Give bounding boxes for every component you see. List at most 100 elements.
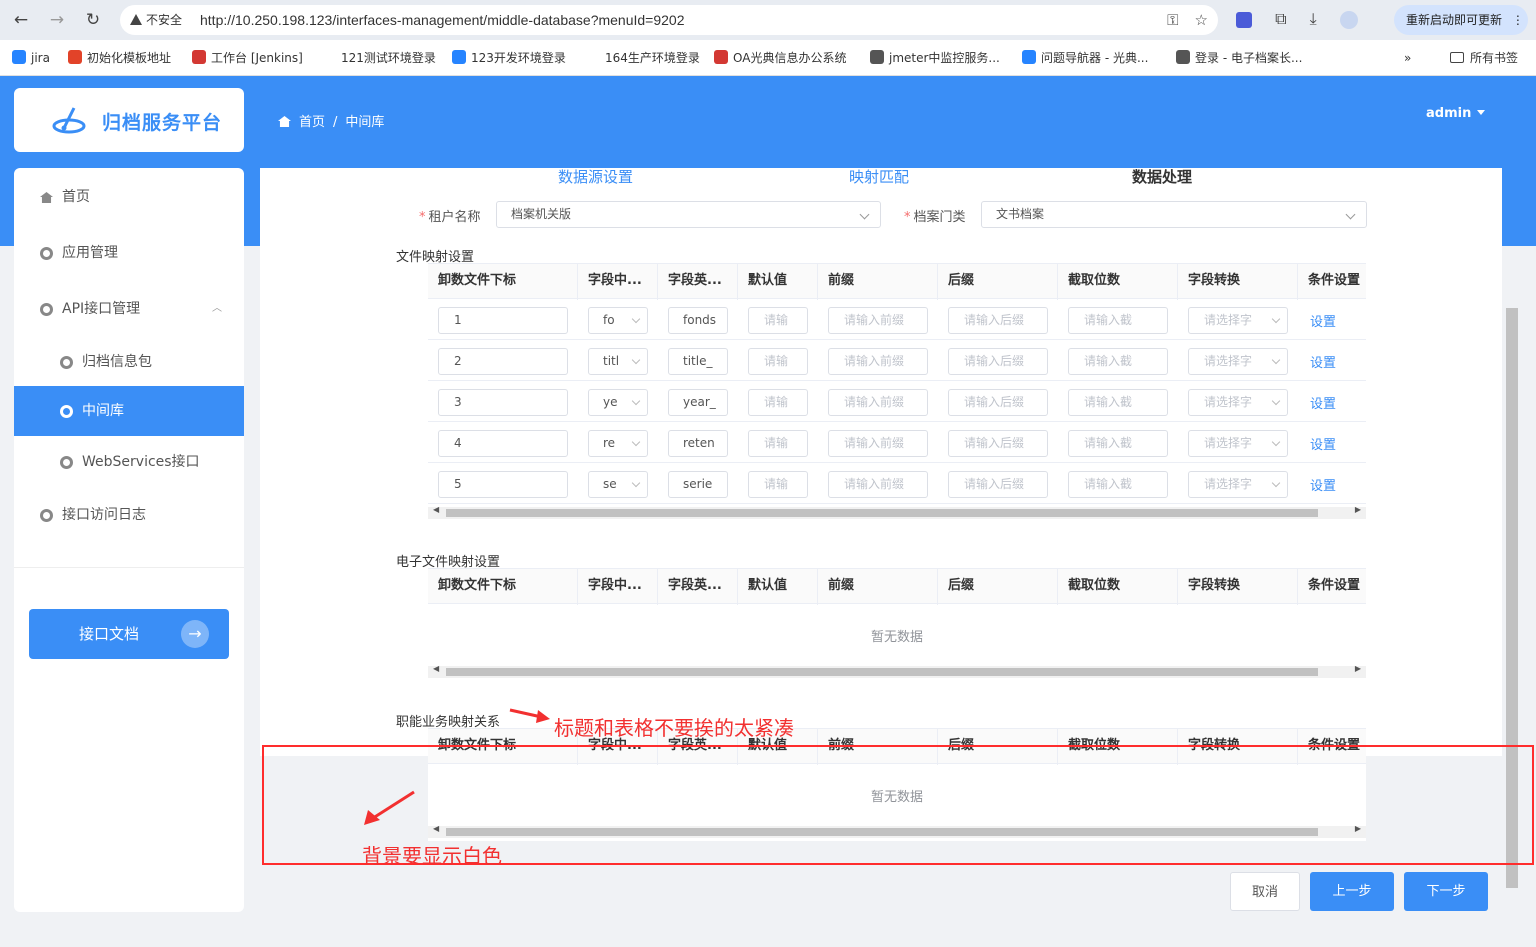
suffix-input[interactable]: 请输入后缀 (948, 389, 1048, 416)
back-icon[interactable]: ← (10, 9, 32, 31)
index-input[interactable]: 2 (438, 348, 568, 375)
field-cn-select[interactable]: se (588, 471, 648, 498)
puzzle-icon[interactable]: ⧉ (1275, 9, 1286, 28)
prefix-input[interactable]: 请输入前缀 (828, 471, 928, 498)
field-cn-select[interactable]: re (588, 430, 648, 457)
sidebar-item-api-management[interactable]: API接口管理 ︿ (14, 284, 244, 334)
cut-digits-input[interactable]: 请输入截 (1068, 430, 1168, 457)
bookmark-item[interactable]: 登录 - 电子档案长... (1176, 50, 1302, 66)
horizontal-scrollbar[interactable]: ◀ ▶ (428, 664, 1366, 678)
horizontal-scrollbar[interactable]: ◀ ▶ (428, 505, 1366, 519)
breadcrumb-home[interactable]: 首页 (299, 115, 325, 130)
cut-digits-input[interactable]: 请输入截 (1068, 348, 1168, 375)
index-input[interactable]: 3 (438, 389, 568, 416)
category-select[interactable]: 文书档案 (981, 201, 1367, 228)
extension-icon[interactable] (1236, 11, 1252, 28)
field-cn-select[interactable]: titl (588, 348, 648, 375)
index-input[interactable]: 5 (438, 471, 568, 498)
sidebar-item-access-log[interactable]: 接口访问日志 (14, 490, 244, 540)
field-convert-select[interactable]: 请选择字 (1188, 348, 1288, 375)
bookmark-item[interactable]: 123开发环境登录 (452, 50, 566, 66)
prefix-input[interactable]: 请输入前缀 (828, 348, 928, 375)
scrollbar-thumb[interactable] (446, 509, 1318, 517)
scroll-left-icon[interactable]: ◀ (433, 505, 439, 514)
default-value-input[interactable]: 请输 (748, 471, 808, 498)
scrollbar-thumb[interactable] (446, 668, 1318, 676)
bookmark-item[interactable]: OA光典信息办公系统 (714, 50, 846, 66)
index-input[interactable]: 1 (438, 307, 568, 334)
download-icon[interactable]: ⤓ (1310, 9, 1317, 28)
cut-digits-input[interactable]: 请输入截 (1068, 471, 1168, 498)
prefix-input[interactable]: 请输入前缀 (828, 307, 928, 334)
sidebar-item-middle-database[interactable]: 中间库 (14, 386, 244, 436)
sidebar-item-webservices[interactable]: WebServices接口 (14, 437, 244, 487)
default-value-input[interactable]: 请输 (748, 348, 808, 375)
tenant-select[interactable]: 档案机关版 (496, 201, 881, 228)
prev-step-button[interactable]: 上一步 (1310, 872, 1394, 911)
field-en-input[interactable]: year_ (668, 389, 728, 416)
field-convert-select[interactable]: 请选择字 (1188, 430, 1288, 457)
field-en-input[interactable]: title_ (668, 348, 728, 375)
gear-icon (60, 456, 73, 469)
field-cn-select[interactable]: fo (588, 307, 648, 334)
condition-set-link[interactable]: 设置 (1310, 393, 1336, 412)
index-input[interactable]: 4 (438, 430, 568, 457)
default-value-input[interactable]: 请输 (748, 307, 808, 334)
forward-icon[interactable]: → (46, 9, 68, 31)
suffix-input[interactable]: 请输入后缀 (948, 307, 1048, 334)
condition-set-link[interactable]: 设置 (1310, 352, 1336, 371)
cut-digits-input[interactable]: 请输入截 (1068, 389, 1168, 416)
step-mapping[interactable]: 映射匹配 (849, 166, 909, 187)
prefix-input[interactable]: 请输入前缀 (828, 430, 928, 457)
suffix-input[interactable]: 请输入后缀 (948, 430, 1048, 457)
field-en-input[interactable]: serie (668, 471, 728, 498)
condition-set-link[interactable]: 设置 (1310, 434, 1336, 453)
condition-set-link[interactable]: 设置 (1310, 475, 1336, 494)
cut-digits-input[interactable]: 请输入截 (1068, 307, 1168, 334)
sidebar-item-home[interactable]: 首页 (14, 172, 244, 222)
prefix-input[interactable]: 请输入前缀 (828, 389, 928, 416)
table-header: 卸数文件下标 字段中... 字段英... 默认值 前缀 后缀 截取位数 字段转换… (428, 568, 1366, 605)
bookmark-item[interactable]: 工作台 [Jenkins] (192, 50, 303, 66)
user-menu[interactable]: admin (1426, 106, 1486, 121)
api-docs-button[interactable]: 接口文档 → (29, 609, 229, 659)
default-value-input[interactable]: 请输 (748, 389, 808, 416)
more-vert-icon[interactable]: ⋮ (1512, 13, 1524, 27)
bookmark-item[interactable]: 121测试环境登录 (322, 50, 436, 66)
field-convert-select[interactable]: 请选择字 (1188, 389, 1288, 416)
default-value-input[interactable]: 请输 (748, 430, 808, 457)
next-step-button[interactable]: 下一步 (1404, 872, 1488, 911)
key-icon[interactable]: ⚿ (1167, 11, 1178, 29)
url-text[interactable]: http://10.250.198.123/interfaces-managem… (200, 11, 685, 29)
sidebar-item-archive-package[interactable]: 归档信息包 (14, 337, 244, 387)
star-icon[interactable]: ☆ (1195, 11, 1208, 29)
cancel-button[interactable]: 取消 (1230, 872, 1300, 911)
field-cn-select[interactable]: ye (588, 389, 648, 416)
suffix-input[interactable]: 请输入后缀 (948, 348, 1048, 375)
scroll-right-icon[interactable]: ▶ (1355, 505, 1361, 514)
bookmark-item[interactable]: 问题导航器 - 光典... (1022, 50, 1148, 66)
field-convert-select[interactable]: 请选择字 (1188, 307, 1288, 334)
table-header: 卸数文件下标 字段中... 字段英... 默认值 前缀 后缀 截取位数 字段转换… (428, 263, 1366, 300)
logo[interactable]: 归档服务平台 (14, 88, 244, 152)
insecure-badge[interactable]: 不安全 (130, 11, 182, 29)
bookmark-item[interactable]: jira (12, 50, 50, 66)
sidebar-item-app-management[interactable]: 应用管理 (14, 228, 244, 278)
suffix-input[interactable]: 请输入后缀 (948, 471, 1048, 498)
field-en-input[interactable]: reten (668, 430, 728, 457)
profile-icon[interactable] (1339, 10, 1358, 29)
bookmark-item[interactable]: jmeter中监控服务... (870, 50, 1000, 66)
reload-icon[interactable]: ↻ (82, 9, 104, 31)
field-en-input[interactable]: fonds (668, 307, 728, 334)
bookmarks-more-icon[interactable]: » (1404, 50, 1411, 66)
condition-set-link[interactable]: 设置 (1310, 311, 1336, 330)
scroll-left-icon[interactable]: ◀ (433, 664, 439, 673)
bookmark-item[interactable]: 164生产环境登录 (586, 50, 700, 66)
bookmark-item[interactable]: 初始化模板地址 (68, 50, 171, 66)
address-bar[interactable]: 不安全 http://10.250.198.123/interfaces-man… (120, 5, 1218, 35)
field-convert-select[interactable]: 请选择字 (1188, 471, 1288, 498)
all-bookmarks-button[interactable]: 所有书签 (1450, 50, 1518, 66)
scroll-right-icon[interactable]: ▶ (1355, 664, 1361, 673)
restart-update-button[interactable]: 重新启动即可更新 ⋮ (1394, 5, 1528, 35)
step-datasource[interactable]: 数据源设置 (558, 166, 633, 187)
